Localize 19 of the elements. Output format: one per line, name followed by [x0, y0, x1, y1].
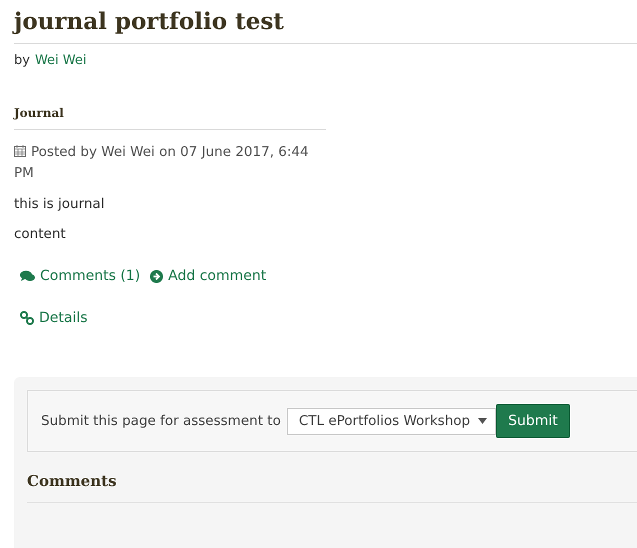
submit-button[interactable]: Submit	[496, 404, 570, 438]
add-comment-link[interactable]: Add comment	[150, 268, 266, 284]
chat-icon	[20, 270, 35, 282]
details-link[interactable]: Details	[20, 310, 88, 326]
author-link[interactable]: Wei Wei	[34, 53, 86, 68]
block-title: Journal	[14, 106, 326, 130]
page-title: journal portfolio test	[14, 8, 637, 44]
calendar-icon	[14, 145, 26, 157]
posted-info: Posted by Wei Wei on 07 June 2017, 6:44 PM	[14, 143, 310, 183]
assessment-label: Submit this page for assessment to	[41, 413, 281, 429]
comments-heading: Comments	[27, 472, 637, 503]
comments-link[interactable]: Comments (1)	[20, 268, 140, 284]
arrow-circle-icon	[150, 270, 164, 282]
journal-text: content	[14, 225, 67, 244]
byline-text: by	[14, 53, 30, 68]
link-icon	[20, 311, 34, 325]
group-select[interactable]: CTL ePortfolios Workshop	[286, 408, 496, 434]
caret-icon	[478, 418, 488, 424]
journal-text: this is journal	[14, 195, 106, 214]
